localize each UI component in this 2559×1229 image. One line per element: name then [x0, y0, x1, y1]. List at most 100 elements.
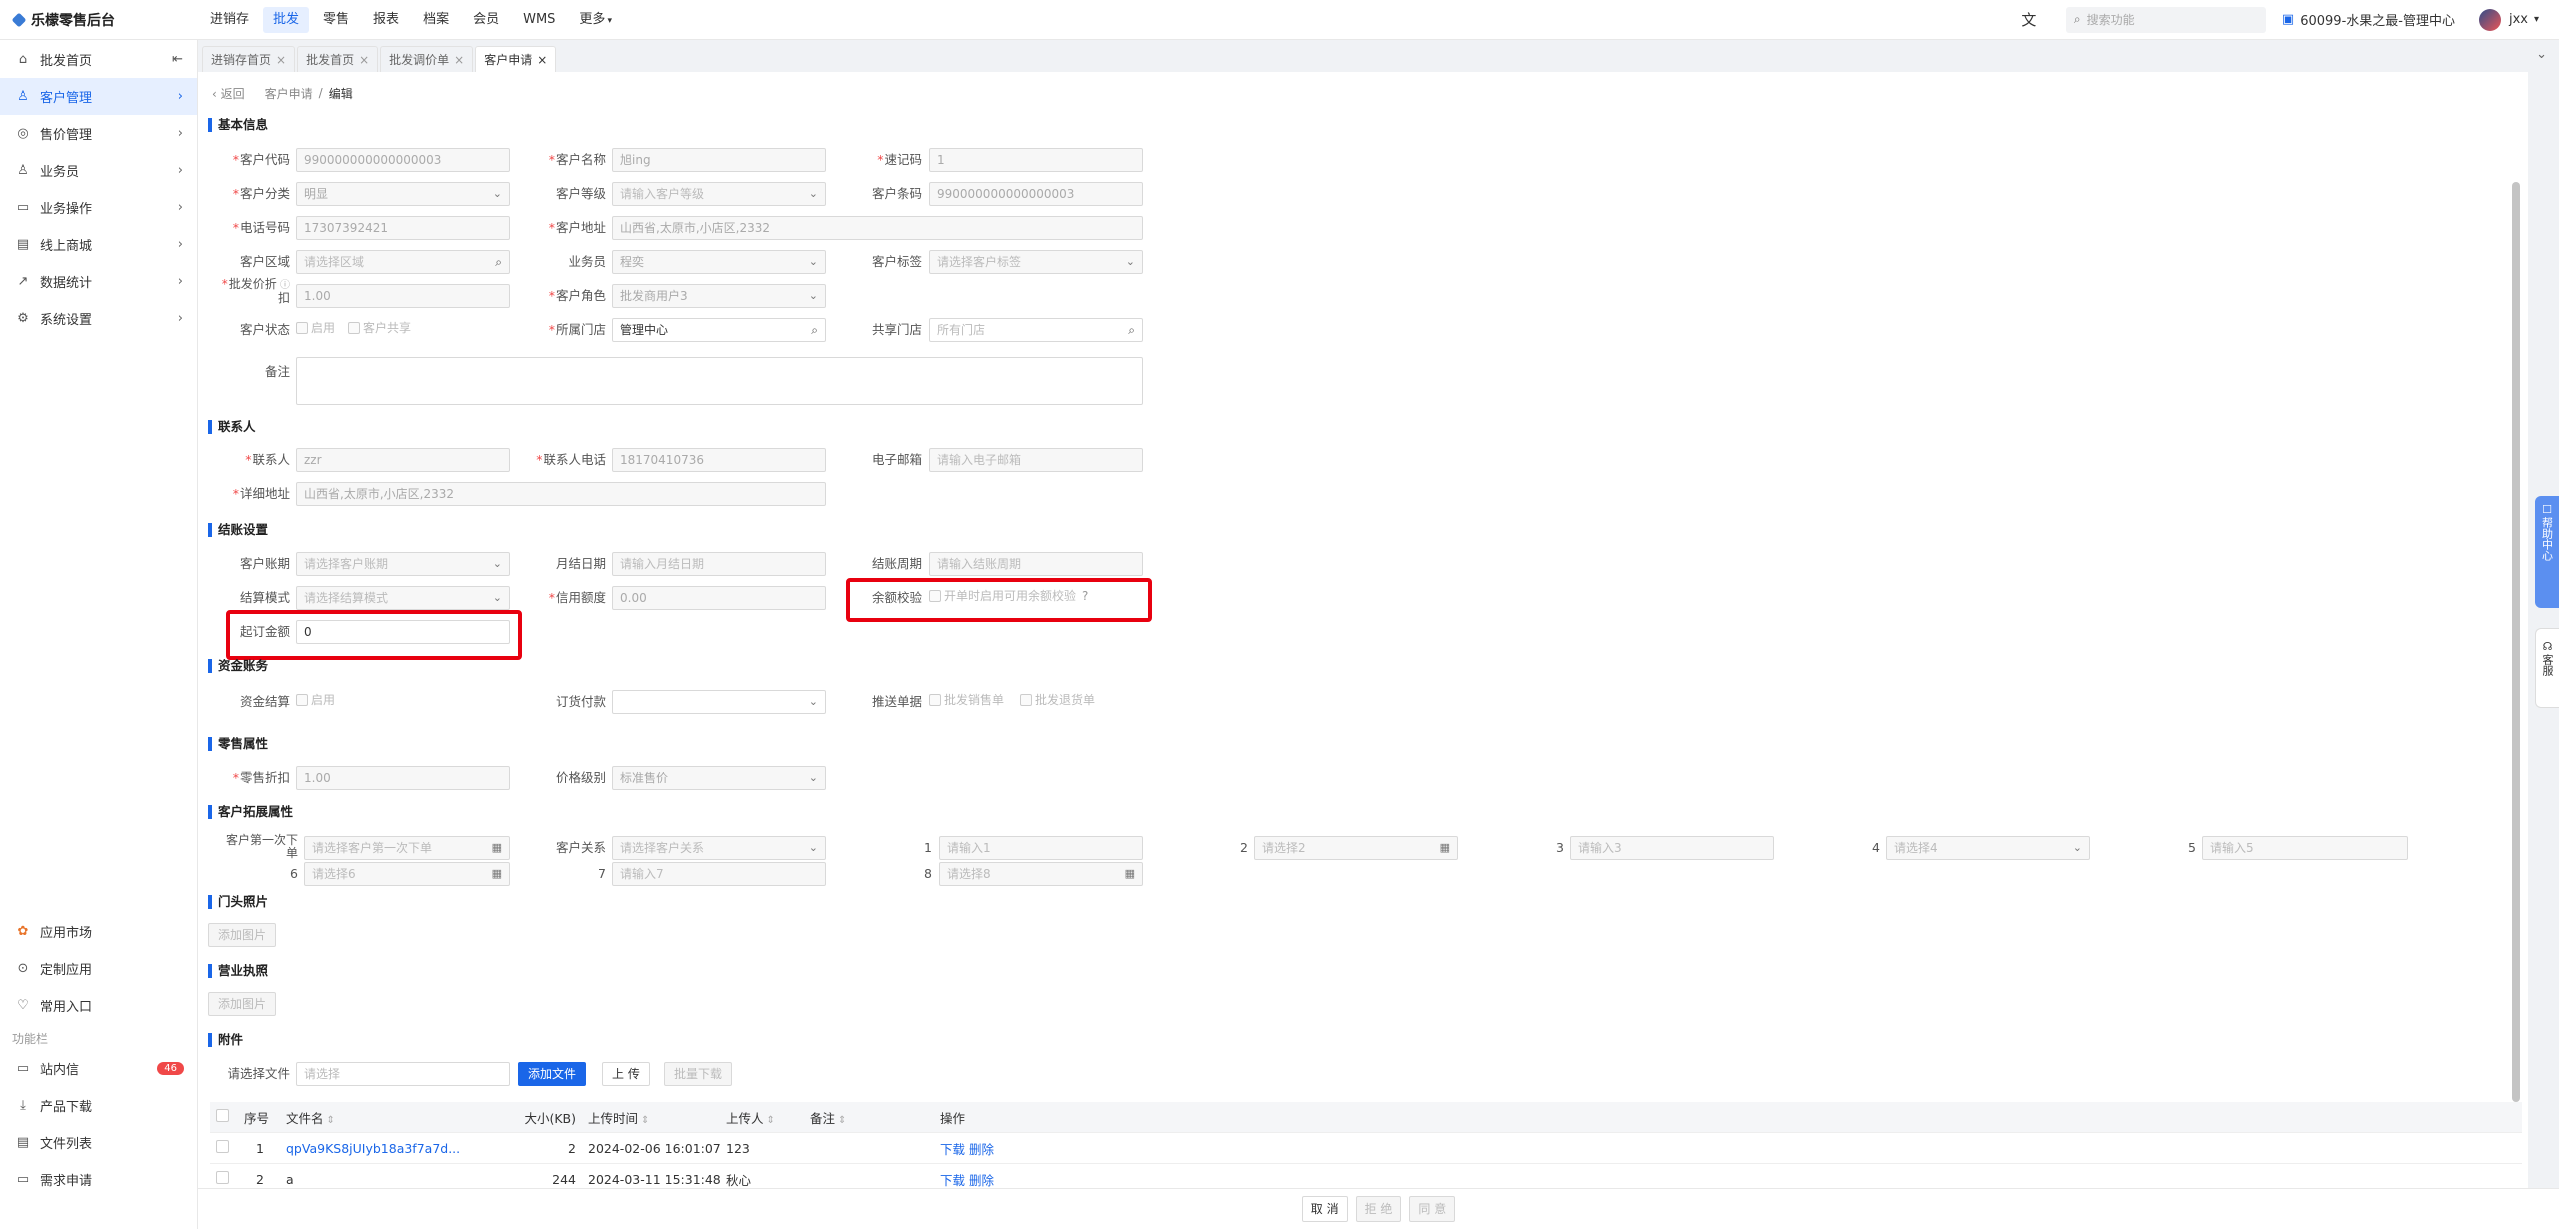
- tab-customer-apply[interactable]: 客户申请 ×: [475, 46, 557, 72]
- ext-3-field[interactable]: 请输入3: [1570, 836, 1774, 860]
- customer-shared-checkbox[interactable]: 客户共享: [348, 316, 411, 340]
- sidebar-item-favorites[interactable]: ♡ 常用入口: [0, 987, 198, 1024]
- add-file-button[interactable]: 添加文件: [518, 1062, 587, 1086]
- shared-store-select[interactable]: 所有门店 ⌕: [929, 318, 1143, 342]
- wholesale-discount-field[interactable]: 1.00: [296, 284, 510, 308]
- close-icon[interactable]: ×: [359, 53, 369, 67]
- close-icon[interactable]: ×: [276, 53, 286, 67]
- remark-textarea[interactable]: [296, 357, 1143, 405]
- ext-5-field[interactable]: 请输入5: [2202, 836, 2408, 860]
- sidebar-item-custom-app[interactable]: ⊙ 定制应用: [0, 950, 198, 987]
- ext-2-date-picker[interactable]: 请选择2 ▦: [1254, 836, 1458, 860]
- quick-code-field[interactable]: 1: [929, 148, 1143, 172]
- col-uploader[interactable]: 上传人 ⇕: [726, 1108, 810, 1127]
- col-size[interactable]: 大小(KB): [512, 1108, 576, 1127]
- col-time[interactable]: 上传时间 ⇕: [576, 1108, 726, 1127]
- add-photo-button[interactable]: 添加图片: [208, 923, 277, 947]
- upload-button[interactable]: 上 传: [602, 1062, 650, 1086]
- phone-field[interactable]: 17307392421: [296, 216, 510, 240]
- user-name[interactable]: jxx: [2509, 12, 2528, 27]
- batch-download-button[interactable]: 批量下载: [664, 1062, 733, 1086]
- function-search[interactable]: ⌕ 搜索功能: [2065, 6, 2266, 33]
- brand-logo[interactable]: 乐檬零售后台: [0, 10, 198, 30]
- nav-more[interactable]: 更多 ▾: [569, 7, 622, 33]
- ext-7-field[interactable]: 请输入7: [612, 862, 826, 886]
- collapse-sidebar-icon[interactable]: ⇤: [172, 52, 183, 67]
- push-sale-checkbox[interactable]: 批发销售单: [929, 688, 1004, 712]
- approve-button[interactable]: 同 意: [1409, 1196, 1456, 1222]
- close-icon[interactable]: ×: [537, 53, 547, 67]
- salesman-select[interactable]: 程奕 ⌄: [612, 250, 826, 274]
- contact-phone-field[interactable]: 18170410736: [612, 448, 826, 472]
- chevron-down-icon[interactable]: ▾: [2534, 14, 2539, 25]
- ext-1-field[interactable]: 请输入1: [939, 836, 1143, 860]
- credit-limit-field[interactable]: 0.00: [612, 586, 826, 610]
- customer-barcode-field[interactable]: 990000000000000003: [929, 182, 1143, 206]
- download-link[interactable]: 下载: [940, 1173, 965, 1188]
- file-name-link[interactable]: qpVa9KS8jUIyb18a3f7a7d...: [286, 1141, 512, 1156]
- settlement-mode-select[interactable]: 请选择结算模式 ⌄: [296, 586, 510, 610]
- first-order-date-picker[interactable]: 请选择客户第一次下单 ▦: [304, 836, 510, 860]
- contact-person-field[interactable]: zzr: [296, 448, 510, 472]
- ext-8-date-picker[interactable]: 请选择8 ▦: [939, 862, 1143, 886]
- order-pay-select[interactable]: ⌄: [612, 690, 826, 714]
- translate-icon[interactable]: 文: [2018, 9, 2040, 30]
- tab-price-adjust[interactable]: 批发调价单 ×: [380, 46, 474, 72]
- nav-wholesale[interactable]: 批发: [263, 6, 310, 33]
- status-enabled-checkbox[interactable]: 启用: [296, 316, 335, 340]
- tab-wholesale-home[interactable]: 批发首页 ×: [297, 46, 379, 72]
- back-link[interactable]: ‹ 返回: [212, 85, 245, 102]
- col-filename[interactable]: 文件名 ⇕: [286, 1108, 512, 1127]
- sidebar-item-statistics[interactable]: ↗ 数据统计 ›: [0, 263, 197, 300]
- customer-name-field[interactable]: 旭ing: [612, 148, 826, 172]
- customer-level-select[interactable]: 请输入客户等级 ⌄: [612, 182, 826, 206]
- tab-inventory-home[interactable]: 进销存首页 ×: [202, 46, 296, 72]
- customer-code-field[interactable]: 990000000000000003: [296, 148, 510, 172]
- sidebar-item-settings[interactable]: ⚙ 系统设置 ›: [0, 300, 197, 337]
- delete-link[interactable]: 删除: [969, 1142, 994, 1157]
- row-checkbox[interactable]: [216, 1171, 229, 1184]
- relation-select[interactable]: 请选择客户关系 ⌄: [612, 836, 826, 860]
- sidebar-item-operation[interactable]: ▭ 业务操作 ›: [0, 189, 197, 226]
- file-name-link[interactable]: a: [286, 1172, 512, 1187]
- customer-service-tab[interactable]: ☊ 客服: [2535, 628, 2559, 708]
- download-link[interactable]: 下载: [940, 1142, 965, 1157]
- retail-discount-field[interactable]: 1.00: [296, 766, 510, 790]
- email-field[interactable]: 请输入电子邮箱: [929, 448, 1143, 472]
- close-icon[interactable]: ×: [454, 53, 464, 67]
- chevron-down-icon[interactable]: ⌄: [2536, 47, 2547, 62]
- push-return-checkbox[interactable]: 批发退货单: [1020, 688, 1095, 712]
- sidebar-item-request[interactable]: ▭ 需求申请: [0, 1161, 198, 1198]
- sidebar-item-customer[interactable]: ♙ 客户管理 ›: [0, 78, 197, 115]
- reject-button[interactable]: 拒 绝: [1355, 1196, 1402, 1222]
- customer-role-select[interactable]: 批发商用户3 ⌄: [612, 284, 826, 308]
- vertical-scrollbar[interactable]: [2512, 182, 2520, 1102]
- region-select[interactable]: 请选择区域 ⌕: [296, 250, 510, 274]
- nav-wms[interactable]: WMS: [513, 7, 565, 33]
- row-checkbox[interactable]: [216, 1140, 229, 1153]
- address-field[interactable]: 山西省,太原市,小店区,2332: [612, 216, 1143, 240]
- cancel-button[interactable]: 取 消: [1301, 1196, 1348, 1222]
- breadcrumb-parent[interactable]: 客户申请: [265, 85, 313, 102]
- sidebar-item-app-market[interactable]: ✿ 应用市场: [0, 913, 198, 950]
- sidebar-item-wholesale-home[interactable]: ⌂ 批发首页 ⇤: [0, 40, 197, 78]
- store-select[interactable]: 管理中心 ⌕: [612, 318, 826, 342]
- store-selector[interactable]: ▣ 60099-水果之最-管理中心: [2282, 10, 2455, 29]
- account-period-select[interactable]: 请选择客户账期 ⌄: [296, 552, 510, 576]
- nav-member[interactable]: 会员: [463, 7, 509, 33]
- select-all-checkbox[interactable]: [216, 1109, 229, 1122]
- sidebar-item-download[interactable]: ⤓ 产品下载: [0, 1087, 198, 1124]
- file-select-field[interactable]: 请选择: [296, 1062, 510, 1086]
- ext-4-select[interactable]: 请选择4 ⌄: [1886, 836, 2090, 860]
- help-center-tab[interactable]: ☐ 帮助中心: [2535, 496, 2559, 608]
- sidebar-item-file-list[interactable]: ▤ 文件列表: [0, 1124, 198, 1161]
- fund-enabled-checkbox[interactable]: 启用: [296, 688, 335, 712]
- detail-address-field[interactable]: 山西省,太原市,小店区,2332: [296, 482, 826, 506]
- nav-report[interactable]: 报表: [363, 7, 409, 33]
- price-level-select[interactable]: 标准售价 ⌄: [612, 766, 826, 790]
- customer-tag-select[interactable]: 请选择客户标签 ⌄: [929, 250, 1143, 274]
- ext-6-date-picker[interactable]: 请选择6 ▦: [304, 862, 510, 886]
- sidebar-item-online-mall[interactable]: ▤ 线上商城 ›: [0, 226, 197, 263]
- avatar[interactable]: [2478, 8, 2501, 31]
- sidebar-item-salesman[interactable]: ♙ 业务员 ›: [0, 152, 197, 189]
